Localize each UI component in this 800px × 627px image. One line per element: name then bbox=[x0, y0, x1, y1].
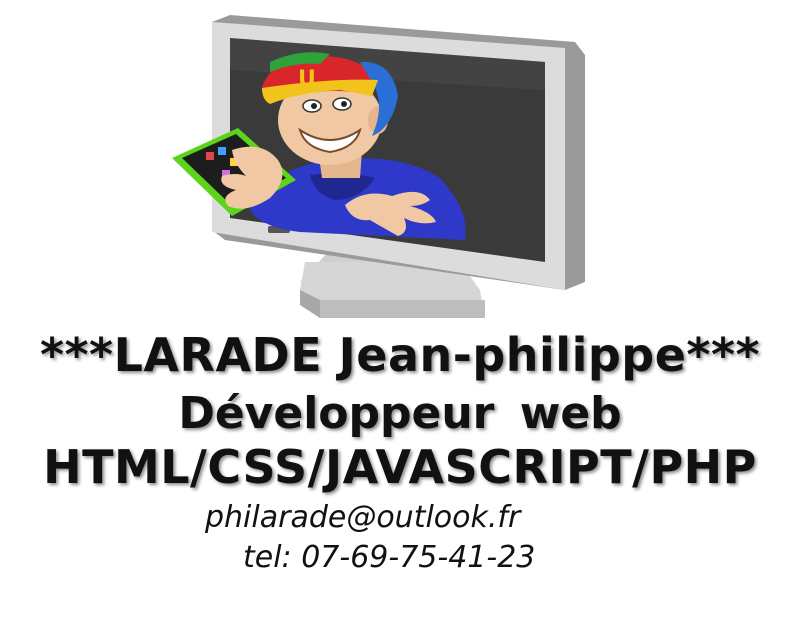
skills-heading: HTML/CSS/JAVASCRIPT/PHP bbox=[43, 440, 757, 494]
monitor-illustration: U bbox=[172, 15, 585, 318]
phone-number: tel: 07-69-75-41-23 bbox=[243, 540, 536, 575]
job-title: Développeur web bbox=[178, 388, 622, 439]
email-address: philarade@outlook.fr bbox=[205, 500, 521, 535]
cap-logo: U bbox=[298, 67, 316, 92]
name-heading: ***LARADE Jean-philippe*** bbox=[39, 328, 761, 382]
